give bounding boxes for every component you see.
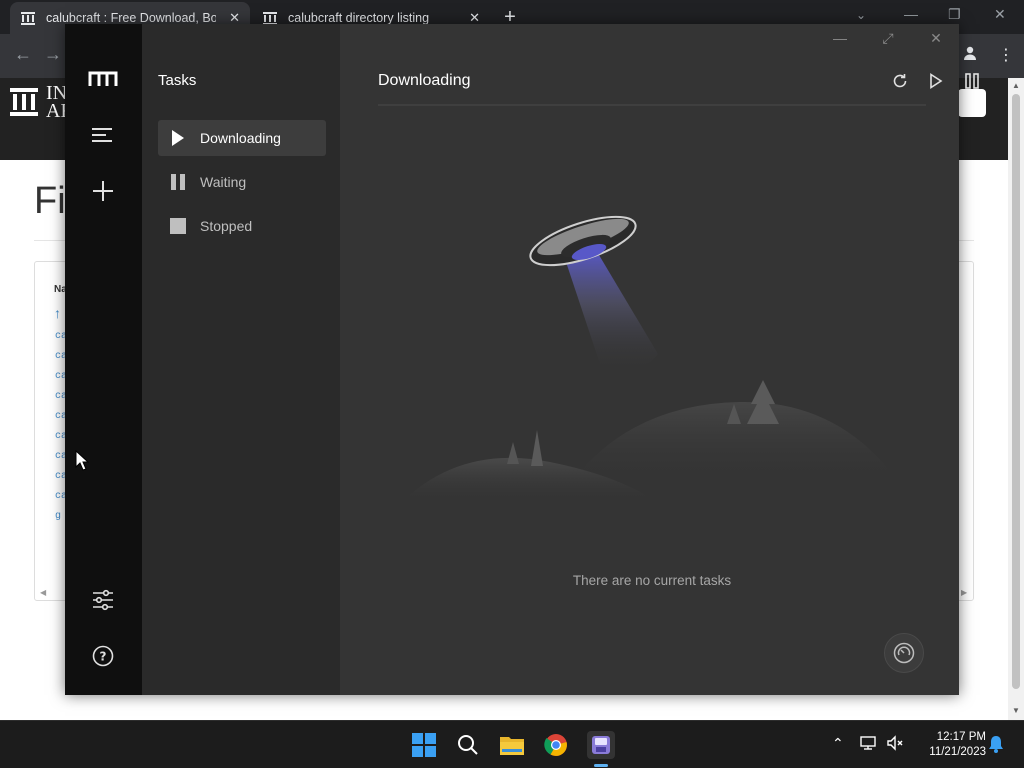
- app-close-icon[interactable]: ✕: [925, 30, 947, 47]
- refresh-icon[interactable]: [889, 70, 911, 92]
- network-icon[interactable]: [860, 735, 878, 754]
- sidebar-item-label: Stopped: [200, 218, 253, 234]
- menu-icon[interactable]: [88, 120, 118, 150]
- profile-icon[interactable]: [962, 45, 978, 66]
- tab-title: calubcraft directory listing: [288, 11, 430, 25]
- ufo-empty-illustration: [400, 215, 900, 504]
- preferences-sliders-icon[interactable]: [88, 585, 118, 615]
- scroll-left-icon[interactable]: ◀: [40, 588, 46, 597]
- scrollbar-thumb[interactable]: [1012, 94, 1020, 689]
- empty-state-message: There are no current tasks: [572, 573, 732, 588]
- site-search-box[interactable]: [958, 89, 986, 117]
- volume-muted-icon[interactable]: [886, 735, 904, 754]
- add-task-icon[interactable]: [88, 176, 118, 206]
- help-icon[interactable]: ?: [88, 641, 118, 671]
- active-app-indicator: [594, 764, 608, 767]
- parent-directory-icon[interactable]: ↑: [54, 305, 61, 321]
- system-clock[interactable]: 12:17 PM 11/21/2023: [912, 730, 986, 760]
- motrix-app-window: ? Tasks Downloading Waiting Stopped — ⤢ …: [65, 24, 979, 695]
- tab-search-chevron-icon[interactable]: ⌄: [856, 8, 866, 22]
- divider: [378, 104, 926, 106]
- speedometer-icon[interactable]: [884, 633, 924, 673]
- clock-time: 12:17 PM: [936, 731, 986, 743]
- notification-bell-icon[interactable]: [988, 735, 1004, 756]
- resume-all-icon[interactable]: [925, 70, 947, 92]
- show-hidden-icons-chevron-icon[interactable]: ⌃: [832, 735, 844, 752]
- restore-icon[interactable]: ❐: [948, 6, 961, 23]
- sidebar-item-waiting[interactable]: Waiting: [158, 164, 326, 200]
- scroll-right-icon[interactable]: ▶: [961, 588, 967, 597]
- pause-icon: [170, 174, 186, 190]
- minimize-icon[interactable]: —: [904, 6, 918, 22]
- chrome-icon[interactable]: [542, 731, 570, 759]
- start-menu-windows-icon[interactable]: [410, 731, 438, 759]
- motrix-logo-icon[interactable]: [88, 64, 118, 94]
- archive-logo-icon[interactable]: [10, 86, 38, 116]
- forward-arrow-icon[interactable]: →: [44, 44, 62, 65]
- task-list-panel: — ⤢ ✕ Downloading There are no current t…: [340, 24, 979, 695]
- app-minimize-icon[interactable]: —: [829, 30, 851, 46]
- page-title: Downloading: [378, 72, 471, 89]
- page-scrollbar[interactable]: ▲ ▼: [1008, 78, 1024, 720]
- clock-date: 11/21/2023: [929, 746, 986, 758]
- scroll-down-icon[interactable]: ▼: [1012, 706, 1020, 715]
- mouse-cursor-icon: [75, 450, 89, 471]
- archive-favicon-icon: [20, 10, 36, 26]
- svg-text:?: ?: [100, 650, 107, 664]
- sidebar-item-stopped[interactable]: Stopped: [158, 208, 326, 244]
- page-title: Fi: [34, 180, 66, 222]
- sidebar-item-label: Waiting: [200, 174, 247, 190]
- play-icon: [170, 130, 186, 146]
- sidebar-item-label: Downloading: [200, 130, 281, 146]
- windows-taskbar: ⌃ 12:17 PM 11/21/2023: [0, 720, 1024, 768]
- sidebar-item-downloading[interactable]: Downloading: [158, 120, 326, 156]
- app-rail: ?: [65, 24, 142, 695]
- back-arrow-icon[interactable]: ←: [14, 44, 32, 65]
- file-link[interactable]: g: [55, 511, 61, 522]
- sidebar-title: Tasks: [158, 72, 197, 89]
- tab-title: calubcraft : Free Download, Bor: [46, 11, 216, 25]
- close-window-icon[interactable]: ✕: [994, 6, 1006, 23]
- stop-icon: [170, 218, 186, 234]
- file-explorer-icon[interactable]: [498, 731, 526, 759]
- search-icon[interactable]: [454, 731, 482, 759]
- tasks-sidebar: Tasks Downloading Waiting Stopped: [142, 24, 340, 695]
- scroll-up-icon[interactable]: ▲: [1012, 81, 1020, 90]
- browser-menu-icon[interactable]: ⋮: [998, 45, 1014, 65]
- app-maximize-icon[interactable]: ⤢: [877, 30, 899, 47]
- pause-all-icon[interactable]: [961, 70, 983, 92]
- motrix-taskbar-icon[interactable]: [587, 731, 615, 759]
